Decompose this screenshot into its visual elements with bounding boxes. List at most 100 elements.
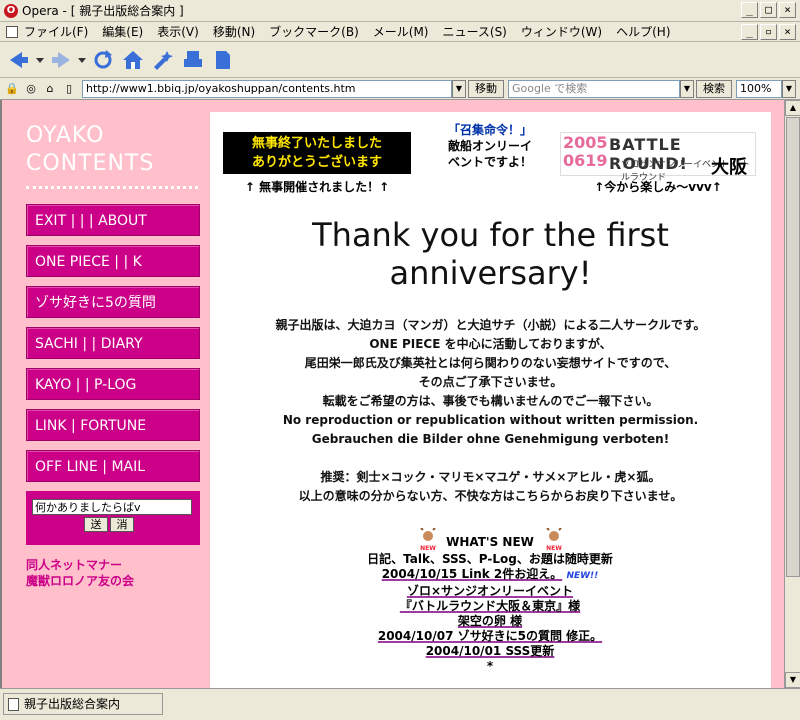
summon-notice[interactable]: 「召集命令！」 敵船オンリーイベントですよ！ [448,122,532,170]
news-item[interactable]: 架空の卵 様 [340,614,640,629]
intro-line: 尾田栄一郎氏及び集英社とは何ら関わりのない妄想サイトですので、 [304,356,677,370]
menu-window[interactable]: ウィンドウ(W) [521,23,602,40]
menu-bar: ファイル(F) 編集(E) 表示(V) 移動(N) ブックマーク(B) メール(… [0,22,800,42]
summon-text: 敵船オンリーイベントですよ！ [448,139,533,169]
clear-button[interactable]: 消 [110,517,134,532]
search-input[interactable]: Google で検索 [508,79,680,98]
send-button[interactable]: 送 [84,517,108,532]
nav-zosa-questions[interactable]: ゾサ好きに5の質問 [26,286,200,318]
sidebar: OYAKO CONTENTS EXIT | | | ABOUT ONE PIEC… [26,122,202,589]
forward-icon[interactable] [48,47,74,73]
banner-date: 2005 0619 [563,133,608,170]
net-manner-link[interactable]: 同人ネットマナー [26,557,202,573]
news-item: 2004/10/01 SSS更新 [425,644,555,658]
security-icon[interactable]: 🔒 [4,81,20,97]
menu-navigate[interactable]: 移動(N) [213,23,255,40]
nav-link-fortune[interactable]: LINK | FORTUNE [26,409,200,441]
vertical-scrollbar[interactable]: ▲ ▼ [784,100,800,688]
go-button[interactable]: 移動 [468,79,504,98]
zoom-dropdown-icon[interactable]: ▼ [782,79,796,98]
zoom-field[interactable]: 100% [736,79,782,98]
intro-line: その点ご了承下さいませ。 [418,375,563,389]
cookie-icon[interactable]: ◎ [23,81,39,97]
status-pane: 親子出版総合案内 [3,693,163,715]
intro-line: 転載をご希望の方は、事後でも構いませんのでご一報下さい。 [322,394,659,408]
whats-new-header: NEW WHAT'S NEW NEW [340,528,640,552]
nav-offline-mail[interactable]: OFF LINE | MAIL [26,450,200,482]
event-finished-banner[interactable]: 無事終了いたしました ありがとうございます [223,132,411,174]
anniversary-headline: Thank you for the first anniversary! [312,216,669,292]
page-icon [8,698,19,711]
banner-line-1: 無事終了いたしました [251,136,382,151]
document-icon [6,25,18,38]
new-badge: NEW!! [566,571,599,581]
form-buttons: 送 消 [84,517,194,532]
back-icon[interactable] [6,47,32,73]
url-input[interactable]: http://www1.bbiq.jp/oyakoshuppan/content… [82,79,452,98]
roronoa-club-link[interactable]: 魔獣ロロノア友の会 [26,573,202,589]
banner-year: 2005 [563,133,608,152]
page-viewport: OYAKO CONTENTS EXIT | | | ABOUT ONE PIEC… [0,100,784,688]
news-item: 2004/10/07 ゾサ好きに5の質問 修正。 [377,629,603,643]
logo-line-2: CONTENTS [26,151,155,176]
wand-icon[interactable] [150,47,176,73]
menu-help[interactable]: ヘルプ(H) [616,23,670,40]
forward-history-icon[interactable] [78,47,86,73]
status-bar: 親子出版総合案内 [0,688,800,720]
maximize-button[interactable]: □ [760,2,777,18]
news-item: 2004/10/15 Link 2件お迎え。 NEW!! [340,567,640,584]
intro-line: 親子出版は、大迫カヨ（マンガ）と大迫サチ（小説）による二人サークルです。 [275,318,706,332]
intro-line: No reproduction or republication without… [282,413,699,427]
scroll-down-icon[interactable]: ▼ [785,672,800,688]
nav-kayo-plog[interactable]: KAYO | | P-LOG [26,368,200,400]
new-page-icon[interactable] [210,47,236,73]
mdi-minimize-button[interactable]: _ [741,24,758,40]
mdi-restore-button[interactable]: ▫ [760,24,777,40]
close-button[interactable]: × [779,2,796,18]
news-item[interactable]: 『バトルラウンド大阪＆東京』様 [340,599,640,614]
status-text: 親子出版総合案内 [24,697,121,711]
message-form: 送 消 [26,491,200,545]
mdi-close-button[interactable]: × [779,24,796,40]
nav-exit-about[interactable]: EXIT | | | ABOUT [26,204,200,236]
search-button[interactable]: 検索 [696,79,732,98]
battle-round-banner[interactable]: 2005 0619 BATTLE ROUND! ゾロサンオンリーイベント バトル… [560,132,756,183]
nav-sachi-diary[interactable]: SACHI | | DIARY [26,327,200,359]
main-content: 無事終了いたしました ありがとうございます ↑ 無事開催されました！↑ 「召集命… [210,112,771,688]
back-history-icon[interactable] [36,47,44,73]
search-dropdown-icon[interactable]: ▼ [680,79,694,98]
news-item[interactable]: ゾロ×サンジオンリーイベント [340,584,640,599]
lock-icon[interactable]: ⌂ [42,81,58,97]
news-item-text: 2004/10/15 Link 2件お迎え。 [381,567,563,581]
news-list: 日記、Talk、SSS、P-Log、お題は随時更新 2004/10/15 Lin… [340,552,640,674]
menu-mail[interactable]: メール(M) [373,23,429,40]
logo-divider [26,186,198,190]
intro-line: ONE PIECE を中心に活動しておりますが、 [369,337,612,351]
scroll-up-icon[interactable]: ▲ [785,100,800,116]
intro-line[interactable]: 以上の意味の分からない方、不快な方はこちらからお戻り下さいませ。 [210,487,771,506]
window-titlebar: O Opera - [ 親子出版総合案内 ] _ □ × [0,0,800,22]
nav-one-piece[interactable]: ONE PIECE | | K [26,245,200,277]
logo-line-1: OYAKO [26,123,105,148]
new-reindeer-icon-left: NEW [420,528,436,552]
menu-edit[interactable]: 編集(E) [102,23,143,40]
banner-city: 大阪 [711,157,747,178]
new-badge-left: NEW [420,545,436,552]
print-icon[interactable] [180,47,206,73]
banner-day: 0619 [563,151,608,170]
reload-icon[interactable] [90,47,116,73]
menu-view[interactable]: 表示(V) [157,23,199,40]
whats-new-title: WHAT'S NEW [446,535,534,549]
menu-news[interactable]: ニュース(S) [442,23,506,40]
menu-file[interactable]: ファイル(F) [24,23,88,40]
message-input[interactable] [32,499,192,515]
scroll-thumb[interactable] [786,117,800,577]
minimize-button[interactable]: _ [741,2,758,18]
home-icon[interactable] [120,47,146,73]
menu-bookmarks[interactable]: ブックマーク(B) [269,23,359,40]
site-logo: OYAKO CONTENTS [26,122,202,178]
intro-text: 親子出版は、大迫カヨ（マンガ）と大迫サチ（小説）による二人サークルです。 ONE… [210,316,771,506]
address-bar: 🔒 ◎ ⌂ ▯ http://www1.bbiq.jp/oyakoshuppan… [0,78,800,100]
page-info-icon[interactable]: ▯ [61,81,77,97]
url-dropdown-icon[interactable]: ▼ [452,79,466,98]
